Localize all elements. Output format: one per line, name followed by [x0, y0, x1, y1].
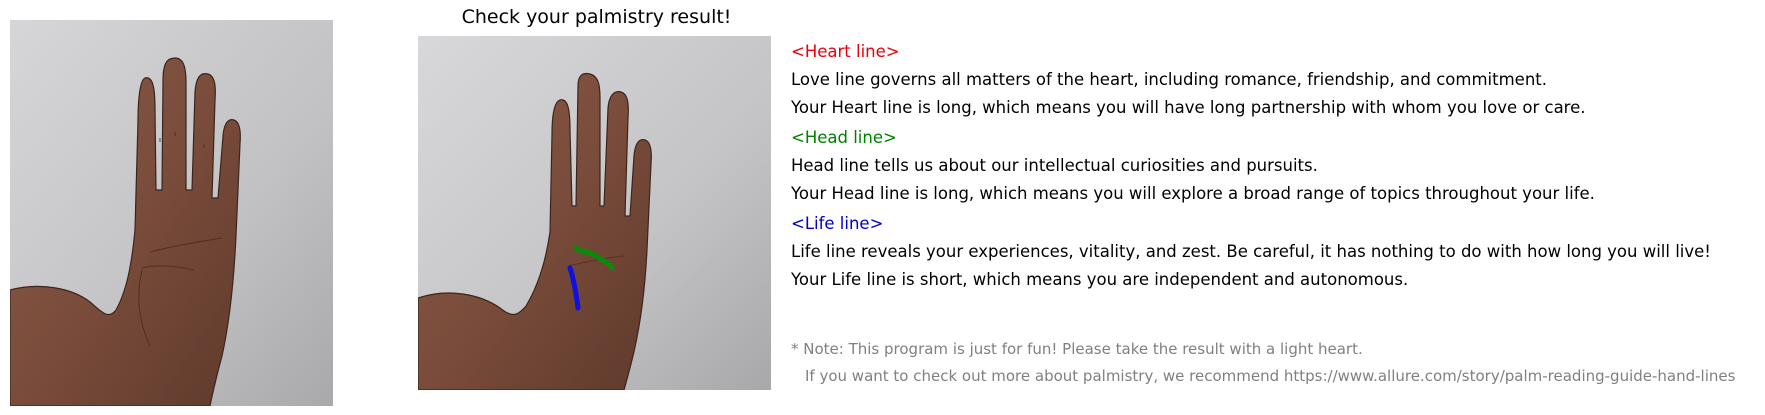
- head-line-result: Your Head line is long, which means you …: [791, 184, 1595, 203]
- heart-line-result: Your Heart line is long, which means you…: [791, 98, 1586, 117]
- life-line-heading: <Life line>: [791, 214, 884, 233]
- life-line-description: Life line reveals your experiences, vita…: [791, 242, 1711, 261]
- head-line-description: Head line tells us about our intellectua…: [791, 156, 1318, 175]
- result-title: Check your palmistry result!: [461, 6, 732, 28]
- head-line-section: <Head line> Head line tells us about our…: [791, 128, 1761, 204]
- heart-line-heading: <Heart line>: [791, 42, 900, 61]
- life-line-result: Your Life line is short, which means you…: [791, 270, 1409, 289]
- note-line-1: * Note: This program is just for fun! Pl…: [791, 340, 1363, 358]
- original-palm-image: [10, 20, 333, 406]
- result-palm-image: [418, 36, 771, 390]
- life-line-section: <Life line> Life line reveals your exper…: [791, 214, 1761, 290]
- note-line-2: If you want to check out more about palm…: [805, 367, 1736, 385]
- heart-line-section: <Heart line> Love line governs all matte…: [791, 42, 1761, 118]
- disclaimer-note: * Note: This program is just for fun! Pl…: [791, 340, 1761, 385]
- head-line-heading: <Head line>: [791, 128, 897, 147]
- heart-line-description: Love line governs all matters of the hea…: [791, 70, 1547, 89]
- palmistry-results: <Heart line> Love line governs all matte…: [791, 42, 1761, 290]
